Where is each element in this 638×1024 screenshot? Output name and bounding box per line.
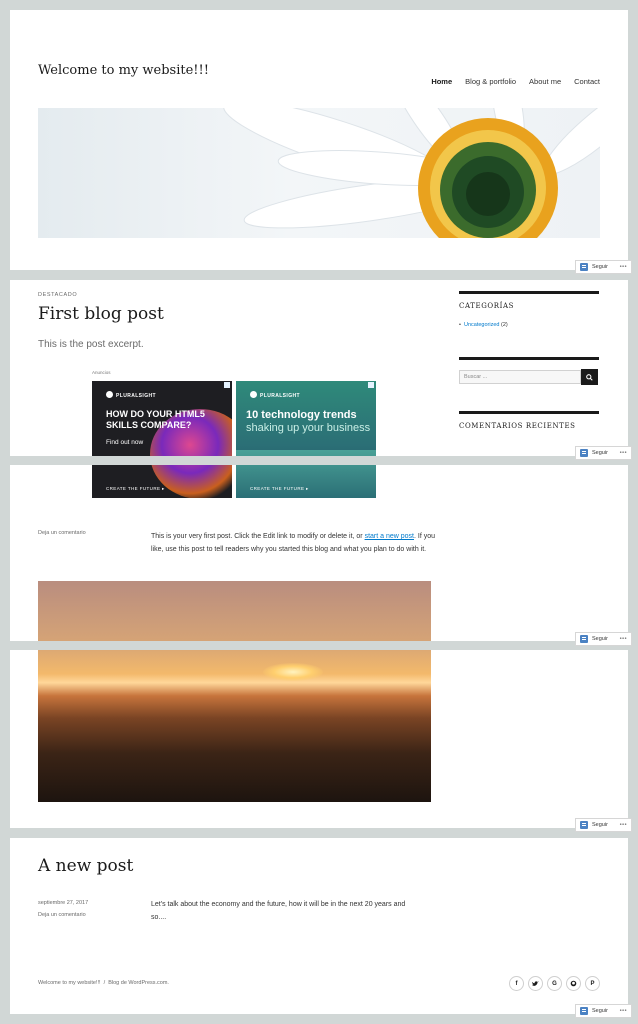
ads-label: Anuncios bbox=[92, 370, 111, 375]
follow-button[interactable]: Seguir ••• bbox=[575, 632, 632, 646]
post-title[interactable]: A new post bbox=[38, 856, 133, 876]
post-body: Let's talk about the economy and the fut… bbox=[151, 901, 406, 921]
ad-brand: PLURALSIGHT bbox=[106, 391, 156, 399]
pinterest-icon[interactable]: P bbox=[585, 976, 600, 991]
ad-headline: 10 technology trends shaking up your bus… bbox=[246, 409, 371, 434]
ad-headline: HOW DO YOUR HTML5 SKILLS COMPARE? bbox=[106, 409, 205, 430]
footer-credit-link[interactable]: Blog de WordPress.com. bbox=[108, 980, 169, 986]
ad-choices-icon[interactable] bbox=[224, 382, 230, 388]
search-widget: Buscar ... bbox=[459, 357, 599, 385]
google-plus-icon[interactable]: G bbox=[547, 976, 562, 991]
nav-item-contact[interactable]: Contact bbox=[574, 77, 600, 86]
post-excerpt: This is the post excerpt. bbox=[38, 339, 144, 350]
follow-button[interactable]: Seguir ••• bbox=[575, 260, 632, 274]
ad-banner-html5[interactable]: PLURALSIGHT HOW DO YOUR HTML5 SKILLS COM… bbox=[92, 381, 232, 498]
social-links: f G P bbox=[509, 976, 600, 991]
search-icon bbox=[586, 373, 593, 381]
more-options-icon[interactable]: ••• bbox=[620, 1008, 627, 1014]
post-image-sunset bbox=[38, 581, 431, 802]
categories-widget: CATEGORÍAS • Uncategorized (2) bbox=[459, 291, 599, 328]
recent-comments-title: COMENTARIOS RECIENTES bbox=[459, 411, 599, 430]
more-options-icon[interactable]: ••• bbox=[620, 264, 627, 270]
ad-brand: PLURALSIGHT bbox=[250, 391, 300, 399]
header-image-daisy bbox=[38, 108, 600, 238]
ad-cta: CREATE THE FUTURE ▸ bbox=[250, 486, 309, 491]
second-post: A new post septiembre 27, 2017 Deja un c… bbox=[10, 838, 628, 1014]
pluralsight-logo-icon bbox=[250, 391, 257, 398]
search-divider: Buscar ... bbox=[459, 357, 599, 385]
reader-follow-icon bbox=[580, 1007, 588, 1015]
post-comment-link[interactable]: Deja un comentario bbox=[38, 912, 86, 918]
site-footer-info: Welcome to my website!!! / Blog de WordP… bbox=[38, 980, 169, 986]
more-options-icon[interactable]: ••• bbox=[620, 636, 627, 642]
github-icon[interactable] bbox=[566, 976, 581, 991]
reader-follow-icon bbox=[580, 821, 588, 829]
reader-follow-icon bbox=[580, 635, 588, 643]
more-options-icon[interactable]: ••• bbox=[620, 450, 627, 456]
main-nav: Home Blog & portfolio About me Contact bbox=[431, 77, 600, 86]
reader-follow-icon bbox=[580, 263, 588, 271]
featured-label: DESTACADO bbox=[38, 292, 78, 298]
recent-comments-widget: COMENTARIOS RECIENTES bbox=[459, 411, 599, 430]
site-title[interactable]: Welcome to my website!!! bbox=[38, 63, 209, 78]
pluralsight-logo-icon bbox=[106, 391, 113, 398]
follow-button[interactable]: Seguir ••• bbox=[575, 818, 632, 832]
post-title[interactable]: First blog post bbox=[38, 304, 164, 324]
ad-subline: Find out now bbox=[106, 439, 144, 446]
nav-item-about-me[interactable]: About me bbox=[529, 77, 561, 86]
category-link-uncategorized[interactable]: Uncategorized bbox=[464, 322, 499, 328]
footer-site-link[interactable]: Welcome to my website!!! bbox=[38, 980, 101, 986]
section-gap bbox=[0, 641, 638, 650]
start-new-post-link[interactable]: start a new post bbox=[365, 533, 414, 540]
search-input[interactable]: Buscar ... bbox=[459, 370, 581, 384]
follow-button[interactable]: Seguir ••• bbox=[575, 446, 632, 460]
reader-follow-icon bbox=[580, 449, 588, 457]
content-area: DESTACADO First blog post This is the po… bbox=[10, 280, 628, 828]
post-body: This is your very first post. Click the … bbox=[151, 533, 436, 553]
search-button[interactable] bbox=[581, 369, 598, 385]
ad-choices-icon[interactable] bbox=[368, 382, 374, 388]
nav-item-home[interactable]: Home bbox=[431, 77, 452, 86]
section-gap bbox=[0, 456, 638, 465]
category-item: • Uncategorized (2) bbox=[459, 322, 508, 328]
sun-glow bbox=[263, 663, 323, 681]
twitter-icon[interactable] bbox=[528, 976, 543, 991]
more-options-icon[interactable]: ••• bbox=[620, 822, 627, 828]
nav-item-blog-portfolio[interactable]: Blog & portfolio bbox=[465, 77, 516, 86]
ad-banner-tech-trends[interactable]: PLURALSIGHT 10 technology trends shaking… bbox=[236, 381, 376, 498]
categories-title: CATEGORÍAS bbox=[459, 291, 599, 310]
site-header: Welcome to my website!!! Home Blog & por… bbox=[10, 10, 628, 270]
facebook-icon[interactable]: f bbox=[509, 976, 524, 991]
follow-button[interactable]: Seguir ••• bbox=[575, 1004, 632, 1018]
post-date[interactable]: septiembre 27, 2017 bbox=[38, 900, 88, 906]
daisy-illustration bbox=[223, 108, 600, 238]
ad-cta: CREATE THE FUTURE ▸ bbox=[106, 486, 165, 491]
post-comment-link[interactable]: Deja un comentario bbox=[38, 530, 86, 536]
